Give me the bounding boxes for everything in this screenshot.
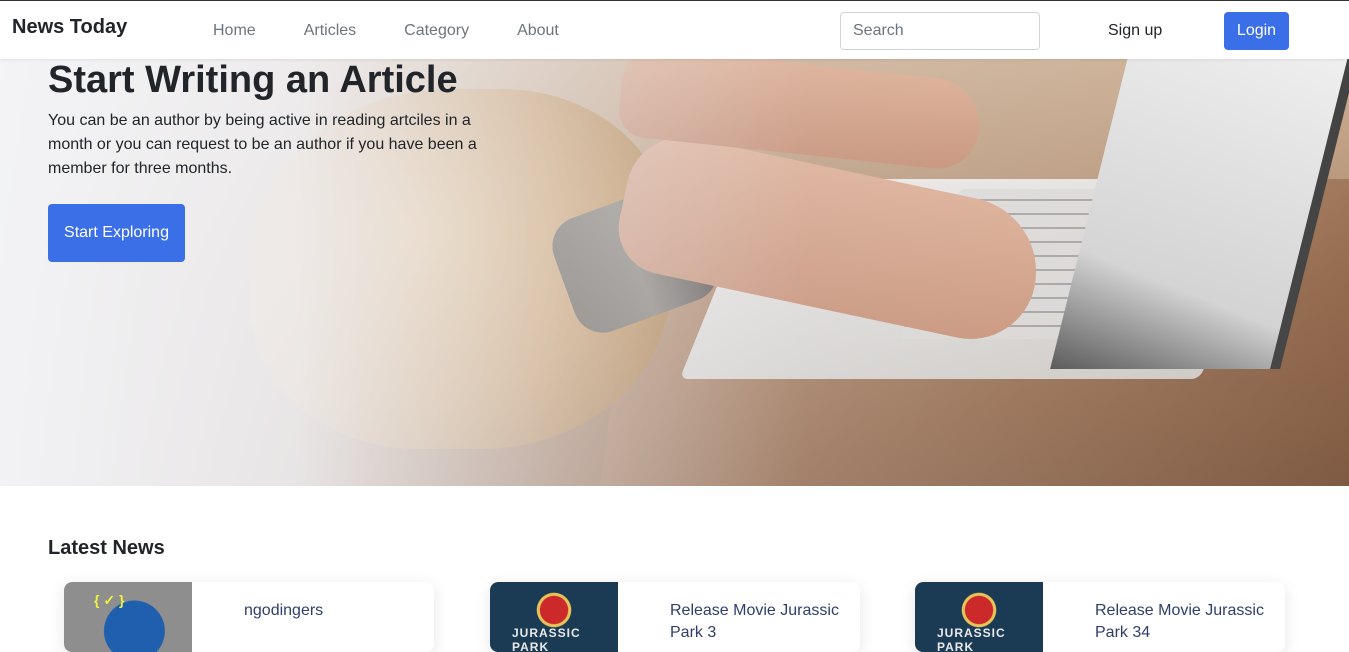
news-title[interactable]: ngodingers bbox=[244, 600, 424, 622]
news-title[interactable]: Release Movie Jurassic Park 34 bbox=[1095, 600, 1275, 644]
signup-link[interactable]: Sign up bbox=[1108, 22, 1162, 40]
news-card[interactable]: JURASSIC PARK Release Movie Jurassic Par… bbox=[490, 582, 860, 652]
login-button[interactable]: Login bbox=[1224, 12, 1289, 50]
hero-description: You can be an author by being active in … bbox=[48, 112, 477, 177]
news-card[interactable]: { ✓ } ngodingers bbox=[64, 582, 434, 652]
news-thumbnail: JURASSIC PARK bbox=[915, 582, 1043, 652]
nav-links: Home Articles Category About bbox=[213, 22, 607, 40]
latest-news-heading: Latest News bbox=[48, 537, 165, 559]
nav-link-category[interactable]: Category bbox=[404, 22, 469, 40]
top-navbar: News Today Home Articles Category About … bbox=[0, 0, 1349, 59]
news-card[interactable]: JURASSIC PARK Release Movie Jurassic Par… bbox=[915, 582, 1285, 652]
start-exploring-button[interactable]: Start Exploring bbox=[48, 204, 185, 262]
nav-link-about[interactable]: About bbox=[517, 22, 559, 40]
thumbnail-text: { ✓ } bbox=[94, 592, 125, 608]
brand-logo-text[interactable]: News Today bbox=[12, 16, 127, 39]
thumbnail-text: JURASSIC PARK bbox=[512, 626, 581, 652]
news-thumbnail: JURASSIC PARK bbox=[490, 582, 618, 652]
hero-banner: Start Writing an Article You can be an a… bbox=[0, 59, 1349, 486]
nav-link-home[interactable]: Home bbox=[213, 22, 256, 40]
thumbnail-text: JURASSIC PARK bbox=[937, 626, 1006, 652]
nav-link-articles[interactable]: Articles bbox=[304, 22, 356, 40]
news-thumbnail: { ✓ } bbox=[64, 582, 192, 652]
hero-title: Start Writing an Article bbox=[48, 59, 458, 101]
news-title[interactable]: Release Movie Jurassic Park 3 bbox=[670, 600, 850, 644]
search-input[interactable] bbox=[840, 12, 1040, 50]
